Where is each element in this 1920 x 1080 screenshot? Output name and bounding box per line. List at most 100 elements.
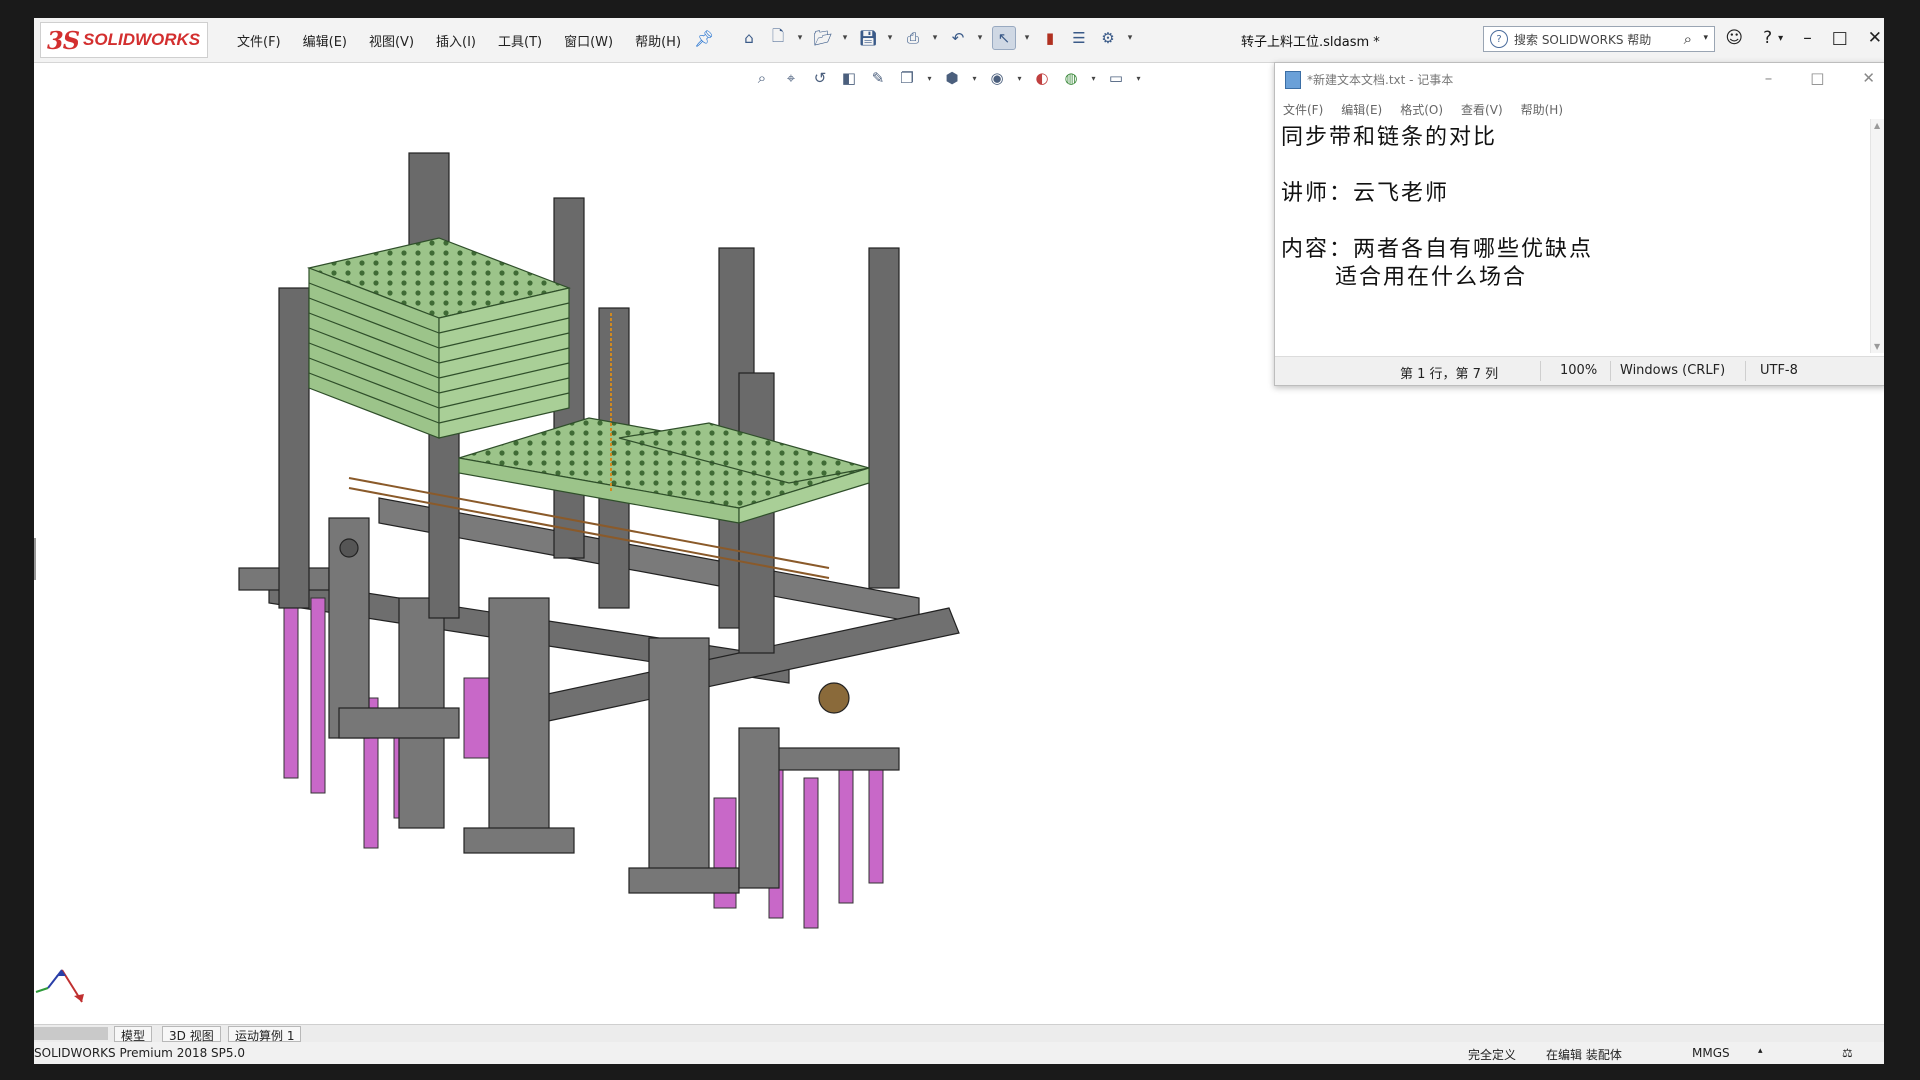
view-orientation-dropdown-icon[interactable]: ▾ bbox=[926, 68, 933, 88]
document-title: 转子上料工位.sldasm * bbox=[1241, 35, 1380, 50]
new-dropdown-icon[interactable]: ▾ bbox=[796, 27, 804, 49]
user-icon[interactable]: ☺ bbox=[1725, 28, 1743, 48]
view-orientation-icon[interactable]: ❐ bbox=[897, 68, 917, 88]
save-icon[interactable]: 💾︎ bbox=[857, 27, 879, 49]
notepad-menu-view[interactable]: 查看(V) bbox=[1461, 101, 1503, 118]
3d-assembly-model[interactable] bbox=[229, 138, 1129, 998]
undo-dropdown-icon[interactable]: ▾ bbox=[976, 27, 984, 49]
minimize-icon[interactable]: – bbox=[1803, 28, 1812, 48]
tab-navigation-arrows[interactable] bbox=[34, 1027, 108, 1040]
hide-show-dropdown-icon[interactable]: ▾ bbox=[1016, 68, 1023, 88]
notepad-statusbar: 第 1 行，第 7 列 100% Windows (CRLF) UTF-8 bbox=[1275, 356, 1884, 385]
text-line-content-2: 适合用在什么场合 bbox=[1281, 265, 1527, 290]
section-view-icon[interactable]: ◧ bbox=[839, 68, 859, 88]
notepad-titlebar[interactable]: *新建文本文档.txt - 记事本 – □ ✕ bbox=[1275, 63, 1884, 95]
dynamic-annotation-icon[interactable]: ✎ bbox=[868, 68, 888, 88]
search-icon[interactable]: ⌕ bbox=[1684, 30, 1692, 48]
notepad-menu: 文件(F) 编辑(E) 格式(O) 查看(V) 帮助(H) bbox=[1283, 101, 1581, 118]
menu-help[interactable]: 帮助(H) bbox=[635, 31, 681, 50]
open-dropdown-icon[interactable]: ▾ bbox=[841, 27, 849, 49]
menu-edit[interactable]: 编辑(E) bbox=[303, 31, 347, 50]
editing-status: 在编辑 装配体 bbox=[1546, 1048, 1622, 1062]
tab-model[interactable]: 模型 bbox=[114, 1026, 153, 1043]
select-dropdown-icon[interactable]: ▾ bbox=[1023, 27, 1031, 49]
logo-ds-mark: 3S bbox=[47, 25, 80, 55]
text-line-title: 同步带和链条的对比 bbox=[1281, 125, 1498, 150]
tab-motion-study-1[interactable]: 运动算例 1 bbox=[228, 1026, 302, 1043]
text-line-lecturer: 讲师：云飞老师 bbox=[1281, 181, 1450, 206]
apply-scene-dropdown-icon[interactable]: ▾ bbox=[1090, 68, 1097, 88]
help-search-box[interactable]: ? 搜索 SOLIDWORKS 帮助 ⌕ ▾ bbox=[1483, 26, 1715, 52]
notepad-window[interactable]: *新建文本文档.txt - 记事本 – □ ✕ 文件(F) 编辑(E) 格式(O… bbox=[1274, 62, 1884, 386]
options-dropdown-icon[interactable]: ▾ bbox=[1126, 27, 1134, 49]
product-version: SOLIDWORKS Premium 2018 SP5.0 bbox=[34, 1046, 245, 1060]
line-ending: Windows (CRLF) bbox=[1620, 363, 1726, 378]
notepad-minimize-icon[interactable]: – bbox=[1765, 69, 1773, 87]
notepad-menu-format[interactable]: 格式(O) bbox=[1400, 101, 1443, 118]
search-placeholder: 搜索 SOLIDWORKS 帮助 bbox=[1514, 32, 1652, 47]
save-dropdown-icon[interactable]: ▾ bbox=[886, 27, 894, 49]
notepad-window-controls: – □ ✕ bbox=[1727, 69, 1875, 87]
notepad-icon bbox=[1285, 71, 1301, 89]
notepad-menu-edit[interactable]: 编辑(E) bbox=[1341, 101, 1382, 118]
gear-icon[interactable]: ⚙ bbox=[1097, 27, 1119, 49]
taskpane-edge[interactable] bbox=[34, 538, 36, 580]
open-folder-icon[interactable]: 📂︎ bbox=[812, 27, 834, 49]
menu-view[interactable]: 视图(V) bbox=[369, 31, 414, 50]
notepad-scrollbar[interactable]: ▲ ▼ bbox=[1870, 119, 1884, 353]
view-settings-icon[interactable]: ▭ bbox=[1106, 68, 1126, 88]
menu-tools[interactable]: 工具(T) bbox=[498, 31, 542, 50]
status-divider bbox=[1610, 361, 1611, 381]
window-controls: ☺ ? ▾ – □ ✕ bbox=[1707, 28, 1884, 48]
definition-status: 完全定义 bbox=[1468, 1048, 1517, 1062]
zoom-level: 100% bbox=[1560, 363, 1598, 378]
notepad-menu-file[interactable]: 文件(F) bbox=[1283, 101, 1323, 118]
menu-window[interactable]: 窗口(W) bbox=[564, 31, 613, 50]
print-icon[interactable]: ⎙ bbox=[902, 27, 924, 49]
file-properties-icon[interactable]: ☰ bbox=[1068, 27, 1090, 49]
scroll-down-icon[interactable]: ▼ bbox=[1874, 342, 1880, 351]
status-divider bbox=[1745, 361, 1746, 381]
close-icon[interactable]: ✕ bbox=[1868, 28, 1882, 48]
status-feedback-icon[interactable]: ⚖ bbox=[1842, 1046, 1853, 1060]
undo-icon[interactable]: ↶ bbox=[947, 27, 969, 49]
logo-text: SOLIDWORKS bbox=[83, 30, 201, 49]
tab-3d-view[interactable]: 3D 视图 bbox=[162, 1026, 221, 1043]
print-dropdown-icon[interactable]: ▾ bbox=[931, 27, 939, 49]
edit-appearance-icon[interactable]: ◐ bbox=[1032, 68, 1052, 88]
menu-insert[interactable]: 插入(I) bbox=[436, 31, 476, 50]
scroll-up-icon[interactable]: ▲ bbox=[1874, 121, 1880, 130]
zoom-to-fit-icon[interactable]: ⌕ bbox=[752, 68, 772, 88]
solidworks-logo[interactable]: 3S SOLIDWORKS bbox=[40, 22, 208, 58]
units-selector[interactable]: MMGS bbox=[1692, 1046, 1730, 1060]
maximize-icon[interactable]: □ bbox=[1832, 28, 1848, 48]
apply-scene-icon[interactable]: ◍ bbox=[1061, 68, 1081, 88]
zoom-area-icon[interactable]: ⌖ bbox=[781, 68, 801, 88]
reference-triad-icon bbox=[35, 969, 84, 1003]
pin-icon[interactable]: 📌︎ bbox=[694, 29, 714, 48]
title-menu-bar: 3S SOLIDWORKS 文件(F) 编辑(E) 视图(V) 插入(I) 工具… bbox=[34, 18, 1884, 63]
display-style-icon[interactable]: ⬢ bbox=[942, 68, 962, 88]
notepad-maximize-icon[interactable]: □ bbox=[1810, 69, 1824, 87]
help-dropdown-icon[interactable]: ▾ bbox=[1778, 33, 1783, 44]
help-circle-icon: ? bbox=[1490, 30, 1508, 48]
help-icon[interactable]: ? bbox=[1763, 28, 1772, 48]
previous-view-icon[interactable]: ↺ bbox=[810, 68, 830, 88]
standard-toolbar: ⌂ 🗋 ▾ 📂︎ ▾ 💾︎ ▾ ⎙ ▾ ↶ ▾ ↖ ▾ ▮ ☰ ⚙ ▾ bbox=[738, 26, 1142, 50]
tray-stack-left bbox=[306, 237, 572, 439]
new-document-icon[interactable]: 🗋 bbox=[767, 27, 789, 49]
menu-file[interactable]: 文件(F) bbox=[237, 31, 281, 50]
display-style-dropdown-icon[interactable]: ▾ bbox=[971, 68, 978, 88]
units-dropdown-icon[interactable]: ▴ bbox=[1758, 1046, 1763, 1056]
home-icon[interactable]: ⌂ bbox=[738, 27, 760, 49]
notepad-menu-help[interactable]: 帮助(H) bbox=[1521, 101, 1563, 118]
view-settings-dropdown-icon[interactable]: ▾ bbox=[1135, 68, 1142, 88]
notepad-close-icon[interactable]: ✕ bbox=[1862, 69, 1875, 87]
main-menu: 文件(F) 编辑(E) 视图(V) 插入(I) 工具(T) 窗口(W) 帮助(H… bbox=[237, 31, 703, 50]
document-tabs: 模型 3D 视图 运动算例 1 bbox=[34, 1024, 1884, 1043]
notepad-text-area[interactable]: 同步带和链条的对比 讲师：云飞老师 内容：两者各自有哪些优缺点 适合用在什么场合 bbox=[1281, 119, 1866, 353]
tray-flat-right bbox=[458, 417, 870, 524]
select-arrow-icon[interactable]: ↖ bbox=[992, 26, 1016, 50]
rebuild-icon[interactable]: ▮ bbox=[1039, 27, 1061, 49]
hide-show-icon[interactable]: ◉ bbox=[987, 68, 1007, 88]
